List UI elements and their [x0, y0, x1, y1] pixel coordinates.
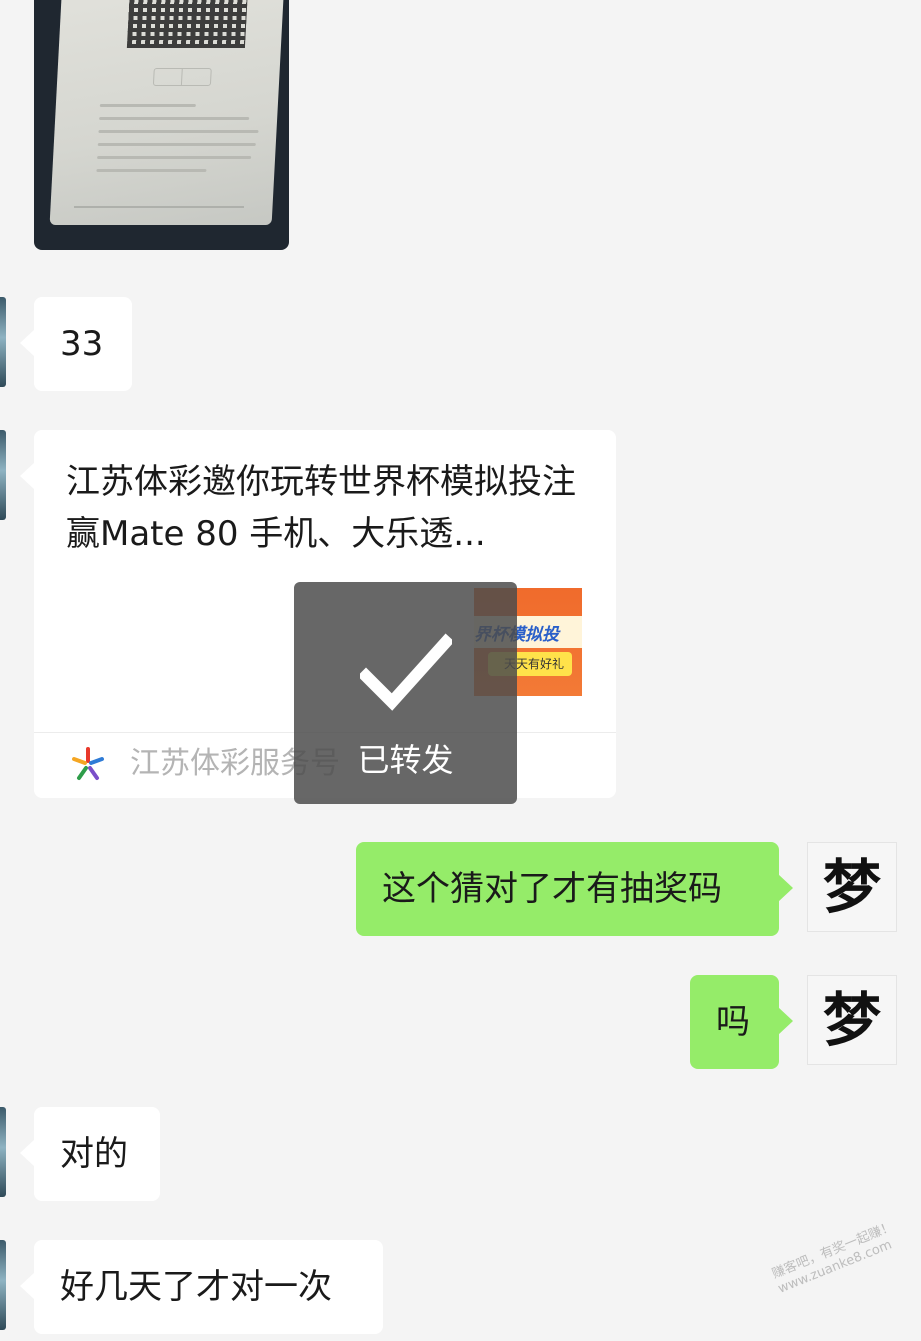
my-avatar[interactable]: 梦	[807, 842, 897, 932]
my-avatar[interactable]: 梦	[807, 975, 897, 1065]
contact-avatar[interactable]	[0, 1107, 6, 1197]
contact-avatar[interactable]	[0, 1240, 6, 1330]
contact-avatar[interactable]	[0, 430, 6, 520]
toast-label: 已转发	[357, 741, 454, 779]
checkmark-icon	[360, 633, 452, 711]
contact-avatar[interactable]	[0, 297, 6, 387]
message-text: 好几天了才对一次	[60, 1267, 332, 1307]
message-bubble[interactable]: 好几天了才对一次	[20, 1240, 383, 1334]
message-bubble[interactable]: 这个猜对了才有抽奖码	[356, 842, 793, 936]
photo-paper	[49, 0, 285, 225]
message-text: 对的	[60, 1134, 128, 1174]
message-bubble[interactable]: 吗	[690, 975, 793, 1069]
stepper-image	[152, 68, 212, 86]
message-text: 33	[60, 324, 104, 364]
message-text: 吗	[716, 1002, 750, 1042]
photo-message[interactable]	[34, 0, 289, 250]
watermark: 赚客吧，有奖一起赚！ www.zuanke8.com	[770, 1219, 903, 1297]
qr-code-image	[126, 0, 248, 48]
message-text: 这个猜对了才有抽奖码	[382, 869, 722, 909]
share-card-title: 江苏体彩邀你玩转世界杯模拟投注 赢Mate 80 手机、大乐透...	[66, 462, 576, 554]
message-bubble[interactable]: 33	[20, 297, 132, 391]
message-bubble[interactable]: 对的	[20, 1107, 160, 1201]
forwarded-toast: 已转发	[294, 582, 517, 804]
lottery-logo-icon	[72, 747, 104, 780]
